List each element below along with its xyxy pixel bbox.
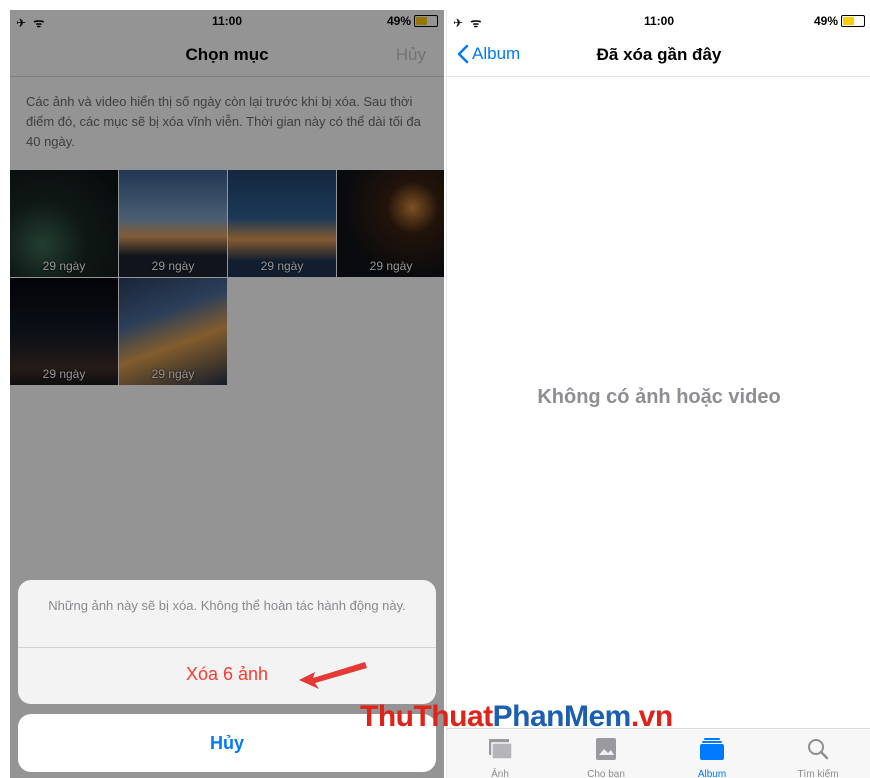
search-icon xyxy=(808,739,829,760)
for-you-icon xyxy=(596,738,616,760)
action-sheet-message: Những ảnh này sẽ bị xóa. Không thể hoàn … xyxy=(48,598,406,613)
empty-state-message: Không có ảnh hoặc video xyxy=(537,386,781,408)
watermark-part: ThuThuat xyxy=(360,700,493,733)
watermark-part: PhanMem xyxy=(492,700,632,733)
divider xyxy=(18,647,436,648)
status-bar: ✈ ᯤ 11:00 49% xyxy=(447,10,870,32)
tab-label: Album xyxy=(697,769,727,778)
photos-icon xyxy=(489,739,513,760)
tab-photos[interactable]: Ảnh xyxy=(447,729,553,778)
tab-label: Ảnh xyxy=(491,769,509,778)
page-title: Đã xóa gần đây xyxy=(596,45,722,64)
watermark-part: .vn xyxy=(630,700,673,733)
battery-status: 49% xyxy=(814,14,865,28)
red-arrow-icon xyxy=(299,662,367,689)
status-time: 11:00 xyxy=(643,14,675,28)
tab-label: Tìm kiếm xyxy=(797,769,839,778)
select-items-screen: ✈ ᯤ 11:00 49% Chọn mục Hủy Các ảnh và vi… xyxy=(10,10,444,778)
battery-icon xyxy=(841,15,865,27)
tab-albums[interactable]: Album xyxy=(659,729,765,778)
tab-label: Cho bạn xyxy=(587,769,625,778)
tab-search[interactable]: Tìm kiếm xyxy=(765,729,870,778)
watermark: ThuThuatPhanMem.vn xyxy=(360,700,673,734)
tab-for-you[interactable]: Cho bạn xyxy=(553,729,659,778)
battery-percent: 49% xyxy=(813,14,838,28)
recently-deleted-screen: ✈ ᯤ 11:00 49% Album Đã xóa gần đây Không… xyxy=(446,10,870,778)
cancel-label: Hủy xyxy=(209,733,244,753)
tab-bar: Ảnh Cho bạn Album Tìm kiếm xyxy=(447,728,870,778)
nav-bar: Album Đã xóa gần đây xyxy=(447,32,870,77)
albums-icon xyxy=(700,738,724,760)
